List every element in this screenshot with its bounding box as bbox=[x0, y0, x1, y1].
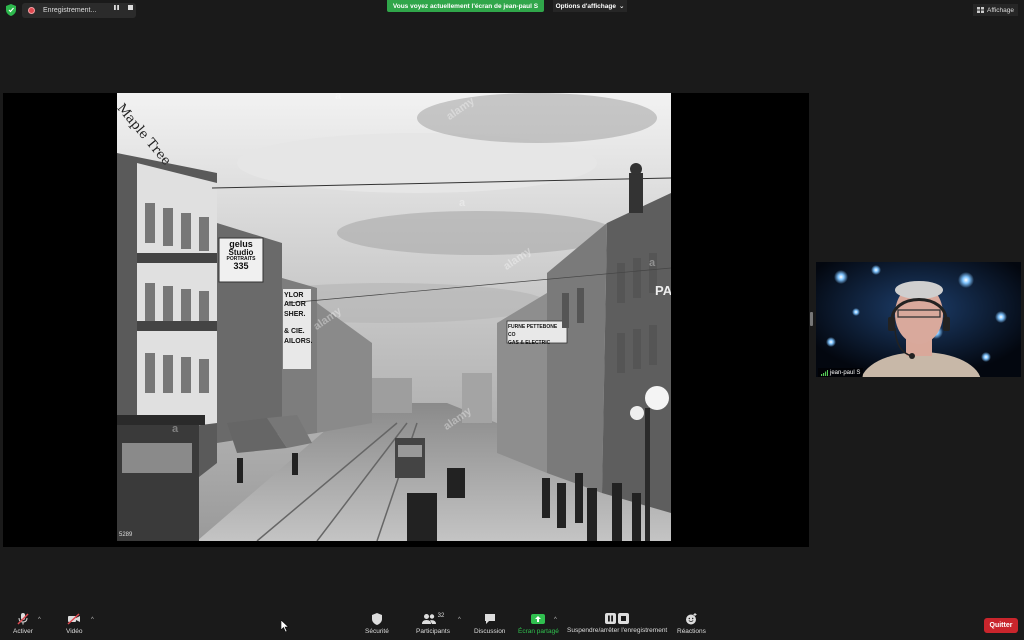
watermark: a bbox=[649, 257, 656, 269]
participant-video-frame bbox=[816, 262, 1021, 377]
security-label: Sécurité bbox=[365, 628, 389, 635]
stop-icon bbox=[618, 613, 630, 624]
chat-button[interactable]: Discussion bbox=[474, 613, 505, 635]
recording-label: Enregistrement... bbox=[43, 7, 97, 14]
view-options-label: Options d'affichage bbox=[555, 2, 616, 10]
pause-icon bbox=[605, 613, 617, 624]
view-options-button[interactable]: Options d'affichage ⌄ bbox=[553, 0, 627, 12]
tailor-sign-line-1: YLOR bbox=[284, 292, 304, 299]
microphone-muted-icon bbox=[17, 613, 29, 625]
participant-name: jean-paul S bbox=[830, 369, 861, 376]
tailor-sign: YLOR AILOR SHER. & CIE. AILORS. bbox=[284, 291, 313, 346]
participants-icon bbox=[421, 614, 436, 624]
reaction-emoji-icon bbox=[686, 613, 697, 625]
layout-button[interactable]: Affichage bbox=[973, 4, 1018, 16]
watermark: a bbox=[459, 197, 466, 209]
gas-sign: FURNE PETTEBONE CO GAS & ELECTRIC bbox=[508, 323, 566, 347]
share-screen-icon bbox=[531, 614, 546, 624]
video-camera-off-icon bbox=[67, 613, 81, 625]
tailor-sign-line-5: AILORS. bbox=[284, 337, 313, 345]
security-button[interactable]: Sécurité bbox=[365, 613, 389, 635]
tailor-sign-line-4: & CIE. bbox=[284, 328, 305, 336]
mouse-cursor-icon bbox=[281, 620, 289, 632]
gas-sign-line-2: GAS & ELECTRIC bbox=[508, 340, 551, 346]
signal-strength-icon bbox=[821, 369, 828, 376]
studio-sign-line-4: 335 bbox=[233, 261, 249, 271]
shield-icon[interactable] bbox=[6, 4, 16, 16]
video-label: Vidéo bbox=[66, 628, 83, 635]
security-shield-icon bbox=[371, 613, 382, 625]
top-bar: Enregistrement... Vous voyez actuellemen… bbox=[0, 0, 1024, 20]
screen-share-banner: Vous voyez actuellement l'écran de jean-… bbox=[387, 0, 544, 12]
watermark: a bbox=[335, 93, 342, 102]
pause-recording-icon[interactable] bbox=[113, 4, 120, 11]
share-screen-label: Écran partagé bbox=[518, 628, 559, 635]
participant-name-tag: jean-paul S bbox=[818, 368, 864, 377]
layout-label: Affichage bbox=[987, 6, 1014, 14]
chat-bubble-icon bbox=[484, 614, 495, 624]
street-photo-image bbox=[117, 93, 671, 541]
reactions-label: Réactions bbox=[677, 628, 706, 635]
share-options-caret[interactable]: ^ bbox=[554, 617, 557, 623]
shared-photo: Maple Tree gelus Studio PORTRAITS 335 YL… bbox=[117, 93, 671, 541]
screen-share-banner-text: Vous voyez actuellement l'écran de jean-… bbox=[392, 2, 539, 10]
tailor-sign-line-3: SHER. bbox=[284, 310, 306, 318]
video-options-caret[interactable]: ^ bbox=[91, 617, 94, 623]
record-controls-label: Suspendre/arrêter l'enregistrement bbox=[567, 627, 668, 634]
right-sign-text: PA bbox=[655, 283, 671, 298]
tailor-sign-line-2: AILOR bbox=[284, 301, 306, 309]
grid-icon bbox=[977, 7, 985, 13]
participants-count: 32 bbox=[437, 613, 445, 619]
gas-sign-line-1: FURNE PETTEBONE CO bbox=[508, 324, 558, 338]
share-screen-button[interactable]: Écran partagé bbox=[518, 613, 559, 635]
panel-resize-handle[interactable] bbox=[810, 312, 813, 326]
participants-options-caret[interactable]: ^ bbox=[458, 617, 461, 623]
mute-label: Activer bbox=[13, 628, 33, 635]
participant-video[interactable] bbox=[816, 262, 1021, 377]
video-button[interactable]: Vidéo bbox=[66, 613, 83, 635]
reactions-button[interactable]: Réactions bbox=[677, 613, 706, 635]
participants-label: Participants bbox=[416, 628, 450, 635]
quit-meeting-button[interactable]: Quitter bbox=[984, 618, 1018, 633]
recording-dot-icon bbox=[28, 7, 35, 14]
photo-number: 5289 bbox=[119, 532, 133, 538]
chevron-down-icon: ⌄ bbox=[618, 3, 625, 10]
participants-button[interactable]: 32 Participants bbox=[416, 613, 450, 635]
studio-sign: gelus Studio PORTRAITS 335 bbox=[221, 240, 261, 271]
watermark: a bbox=[172, 423, 179, 435]
record-controls-button[interactable]: Suspendre/arrêter l'enregistrement bbox=[567, 613, 667, 634]
chat-label: Discussion bbox=[474, 628, 506, 635]
meeting-toolbar: Activer ^ Vidéo ^ Sécurité 32 Participan… bbox=[0, 600, 1024, 640]
mute-options-caret[interactable]: ^ bbox=[38, 617, 41, 623]
stop-recording-icon[interactable] bbox=[127, 4, 134, 11]
mute-button[interactable]: Activer bbox=[13, 613, 33, 635]
